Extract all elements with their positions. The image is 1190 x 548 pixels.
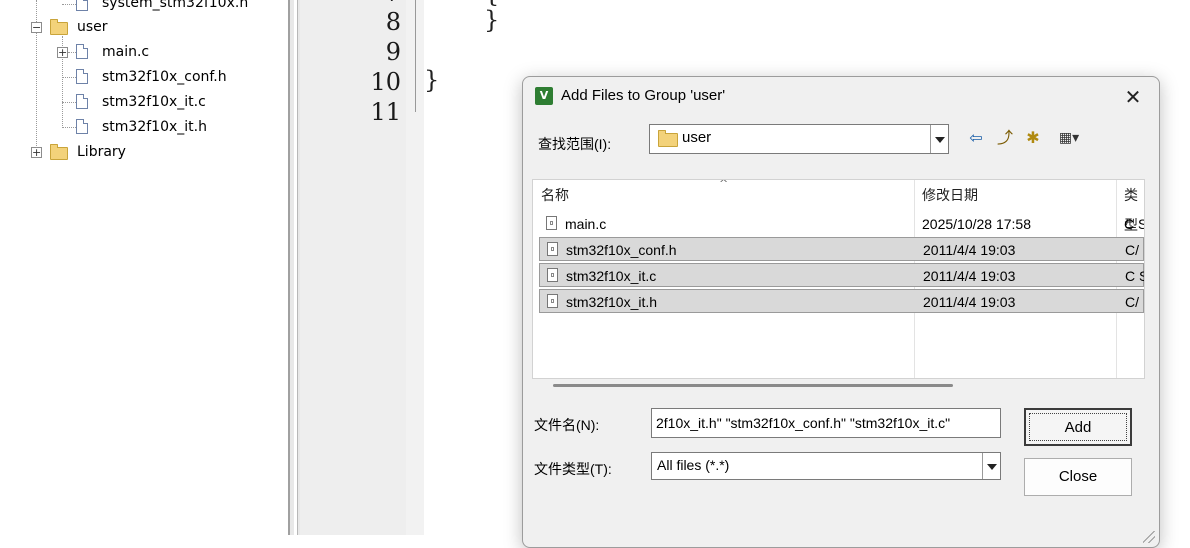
filetype-value: All files (*.*) bbox=[657, 457, 730, 473]
keil-app-icon: V bbox=[535, 87, 553, 105]
tree-item-system-stm32f10x-h[interactable]: system_stm32f10x.h bbox=[0, 0, 288, 14]
code-line: } bbox=[424, 66, 440, 94]
close-button[interactable]: Close bbox=[1024, 458, 1132, 496]
tree-item-label: stm32f10x_it.h bbox=[102, 119, 207, 135]
line-number: 8 bbox=[385, 8, 401, 36]
file-date: 2011/4/4 19:03 bbox=[923, 242, 1016, 258]
tree-item-user-group[interactable]: − user bbox=[0, 16, 288, 38]
add-files-dialog: V Add Files to Group 'user' ✕ 查找范围(I): u… bbox=[522, 76, 1160, 548]
collapse-toggle[interactable]: − bbox=[31, 22, 42, 33]
view-menu-icon[interactable]: ▦▾ bbox=[1051, 127, 1087, 149]
close-icon[interactable]: ✕ bbox=[1119, 83, 1147, 111]
file-date: 2011/4/4 19:03 bbox=[923, 294, 1016, 310]
tree-item-label: Library bbox=[77, 144, 126, 160]
line-number: 9 bbox=[385, 38, 401, 66]
file-icon bbox=[76, 44, 88, 59]
line-number: 10 bbox=[370, 68, 401, 96]
file-row-stm32f10x-it-c[interactable]: stm32f10x_it.c 2011/4/4 19:03 C S bbox=[539, 263, 1144, 287]
pane-splitter[interactable] bbox=[288, 0, 300, 535]
h-file-icon bbox=[547, 294, 558, 308]
add-button[interactable]: Add bbox=[1024, 408, 1132, 446]
new-folder-icon[interactable]: ✱ bbox=[1021, 127, 1045, 149]
line-number: 11 bbox=[370, 98, 401, 126]
look-in-combobox[interactable]: user bbox=[649, 124, 949, 154]
folder-icon bbox=[50, 144, 68, 160]
column-header-date[interactable]: 修改日期 bbox=[922, 180, 978, 210]
resize-grip[interactable] bbox=[1143, 531, 1155, 543]
tree-item-stm32f10x-it-c[interactable]: stm32f10x_it.c bbox=[0, 91, 288, 113]
folder-open-icon bbox=[50, 19, 68, 35]
filename-input[interactable]: 2f10x_it.h" "stm32f10x_conf.h" "stm32f10… bbox=[651, 408, 1001, 438]
file-list[interactable]: ^ 名称 修改日期 类型 main.c 2025/10/28 17:58 C S… bbox=[532, 179, 1145, 379]
file-type: C/ bbox=[1125, 294, 1139, 310]
file-icon bbox=[76, 0, 88, 11]
file-row-stm32f10x-conf-h[interactable]: stm32f10x_conf.h 2011/4/4 19:03 C/ bbox=[539, 237, 1144, 261]
file-row-main-c[interactable]: main.c 2025/10/28 17:58 C S bbox=[539, 212, 1144, 236]
tree-item-main-c[interactable]: + main.c bbox=[0, 41, 288, 63]
file-date: 2011/4/4 19:03 bbox=[923, 268, 1016, 284]
chevron-down-icon[interactable] bbox=[930, 125, 948, 153]
folder-icon bbox=[658, 130, 678, 147]
line-number-gutter: 7 8 9 10 11 bbox=[300, 0, 406, 535]
column-header-name[interactable]: 名称 bbox=[541, 180, 569, 210]
filetype-combobox[interactable]: All files (*.*) bbox=[651, 452, 1001, 480]
fold-line bbox=[415, 0, 416, 112]
file-type: C S bbox=[1124, 216, 1144, 232]
file-type: C S bbox=[1125, 268, 1144, 284]
horizontal-scrollbar[interactable] bbox=[553, 384, 953, 387]
sort-up-icon: ^ bbox=[719, 179, 729, 190]
file-name: main.c bbox=[565, 216, 607, 232]
c-file-icon bbox=[547, 268, 558, 282]
dialog-title: Add Files to Group 'user' bbox=[561, 87, 726, 104]
tree-item-library-group[interactable]: + Library bbox=[0, 141, 288, 163]
column-header-type[interactable]: 类型 bbox=[1124, 180, 1144, 233]
file-icon bbox=[76, 69, 88, 84]
file-name: stm32f10x_it.h bbox=[566, 294, 658, 310]
tree-item-label: main.c bbox=[102, 44, 150, 60]
look-in-value: user bbox=[682, 129, 712, 146]
filetype-label: 文件类型(T): bbox=[534, 461, 612, 477]
file-name: stm32f10x_conf.h bbox=[566, 242, 677, 258]
file-type: C/ bbox=[1125, 242, 1139, 258]
tree-item-stm32f10x-conf-h[interactable]: stm32f10x_conf.h bbox=[0, 66, 288, 88]
project-tree: system_stm32f10x.h − user + main.c stm32… bbox=[0, 0, 288, 535]
file-icon bbox=[76, 94, 88, 109]
up-folder-icon[interactable]: ⤴ bbox=[993, 127, 1017, 149]
file-date: 2025/10/28 17:58 bbox=[922, 216, 1031, 232]
expand-toggle[interactable]: + bbox=[31, 147, 42, 158]
dialog-titlebar[interactable]: V Add Files to Group 'user' ✕ bbox=[523, 77, 1159, 117]
tree-item-label: stm32f10x_it.c bbox=[102, 94, 206, 110]
fold-margin bbox=[406, 0, 424, 535]
file-name: stm32f10x_it.c bbox=[566, 268, 657, 284]
filename-label: 文件名(N): bbox=[534, 417, 600, 433]
file-icon bbox=[76, 119, 88, 134]
tree-item-label: stm32f10x_conf.h bbox=[102, 69, 227, 85]
tree-item-stm32f10x-it-h[interactable]: stm32f10x_it.h bbox=[0, 116, 288, 138]
back-arrow-icon[interactable]: ⇦ bbox=[964, 127, 988, 149]
look-in-label: 查找范围(I): bbox=[538, 136, 612, 152]
expand-toggle[interactable]: + bbox=[57, 47, 68, 58]
h-file-icon bbox=[547, 242, 558, 256]
code-line: } bbox=[484, 6, 500, 34]
tree-item-label: system_stm32f10x.h bbox=[102, 0, 249, 11]
file-row-stm32f10x-it-h[interactable]: stm32f10x_it.h 2011/4/4 19:03 C/ bbox=[539, 289, 1144, 313]
c-file-icon bbox=[546, 216, 557, 230]
tree-item-label: user bbox=[77, 19, 108, 35]
chevron-down-icon[interactable] bbox=[982, 453, 1000, 479]
